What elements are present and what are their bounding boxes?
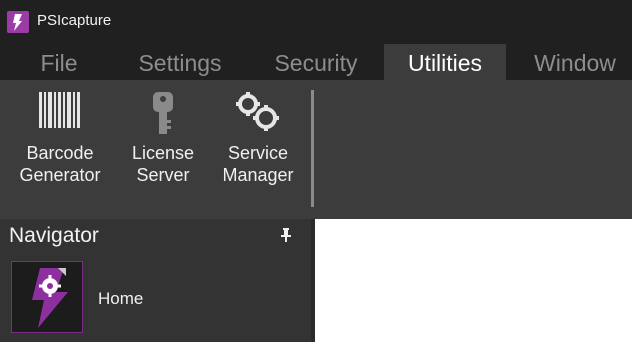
license-server-button[interactable]: License Server	[122, 86, 204, 206]
service-manager-label-2: Manager	[222, 165, 294, 185]
gears-icon	[233, 90, 283, 139]
ribbon-separator	[311, 90, 314, 207]
license-server-label-2: Server	[136, 165, 190, 185]
key-icon	[148, 90, 178, 141]
navigator-title: Navigator	[9, 224, 99, 247]
pin-icon[interactable]	[280, 228, 292, 247]
service-manager-button[interactable]: Service Manager	[210, 86, 306, 206]
tab-file[interactable]: File	[24, 44, 94, 80]
app-title: PSIcapture	[37, 12, 112, 29]
license-server-label-1: License	[131, 143, 195, 163]
app-logo-icon	[7, 11, 29, 33]
service-manager-label-1: Service	[227, 143, 289, 163]
navigator-home-label[interactable]: Home	[98, 289, 143, 309]
tab-utilities[interactable]: Utilities	[384, 44, 506, 80]
tab-settings[interactable]: Settings	[122, 44, 238, 80]
barcode-icon	[37, 90, 83, 135]
barcode-generator-label-1: Barcode	[26, 143, 94, 163]
barcode-generator-label-2: Generator	[19, 165, 101, 185]
barcode-generator-button[interactable]: Barcode Generator	[12, 86, 108, 206]
tab-window[interactable]: Window	[518, 44, 632, 80]
home-gear-icon	[12, 268, 82, 336]
navigator-home-tile[interactable]	[11, 261, 83, 333]
main-content-area	[315, 219, 632, 342]
tab-security[interactable]: Security	[258, 44, 374, 80]
